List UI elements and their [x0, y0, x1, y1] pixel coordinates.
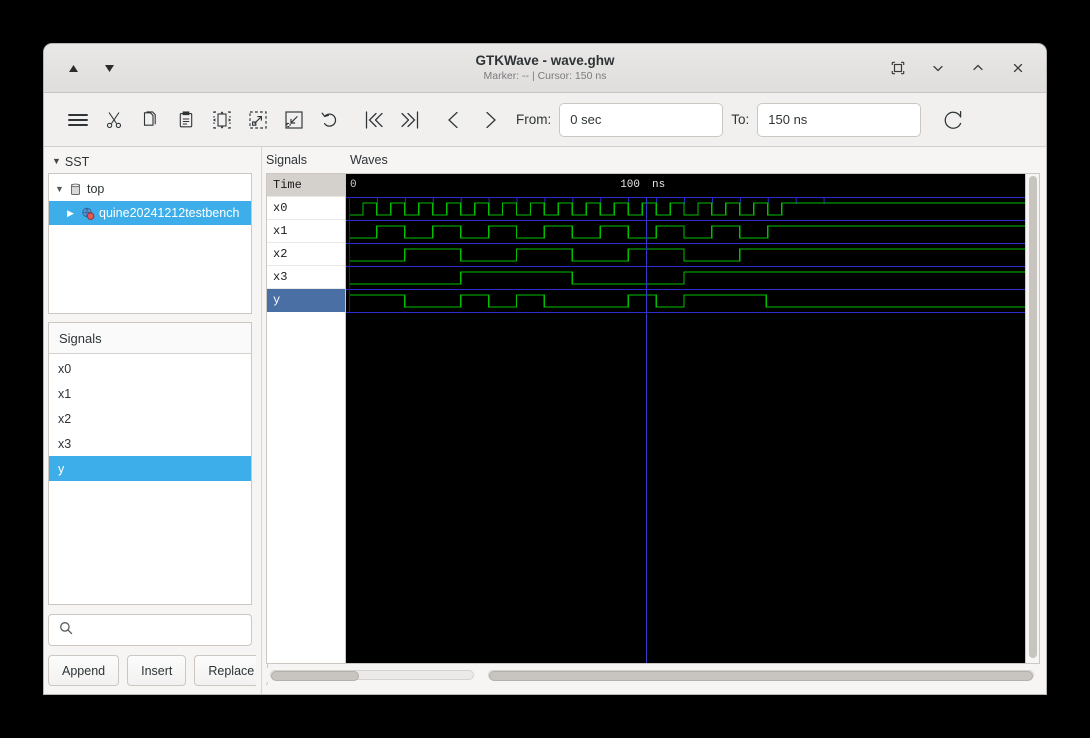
- minimize-icon[interactable]: [928, 58, 948, 78]
- svg-text:100: 100: [620, 179, 640, 191]
- zoom-fit-icon[interactable]: [204, 103, 240, 137]
- list-item[interactable]: y: [49, 456, 251, 481]
- signals-panel-header: Signals: [49, 323, 251, 354]
- wave-signal-names-column[interactable]: Time x0 x1 x2 x3 y: [266, 173, 346, 664]
- wave-horizontal-scrollbar[interactable]: [488, 668, 1040, 682]
- sst-tree[interactable]: ▼ top ▶ quine20241212testbench: [48, 173, 252, 314]
- tree-item-label: quine20241212testbench: [99, 206, 240, 220]
- wave-area: Time x0 x1 x2 x3 y 0 100 ns: [266, 173, 1040, 686]
- insert-button[interactable]: Insert: [127, 655, 187, 686]
- signal-filter[interactable]: [48, 614, 252, 646]
- sst-section-header[interactable]: ▼ SST: [48, 153, 252, 170]
- signal-name: x1: [58, 386, 72, 401]
- copy-icon[interactable]: [132, 103, 168, 137]
- triangle-down-icon[interactable]: [98, 57, 120, 79]
- scrollbar-thumb[interactable]: [1029, 176, 1037, 658]
- window-body: ▼ SST ▼ top ▶ quine20241212testbench Sig…: [44, 147, 1046, 694]
- signal-name: x3: [58, 436, 72, 451]
- window-titlebar: GTKWave - wave.ghw Marker: -- | Cursor: …: [44, 44, 1046, 93]
- list-item[interactable]: x2: [49, 406, 251, 431]
- instance-icon: [81, 207, 95, 220]
- wave-row-x3[interactable]: x3: [267, 266, 345, 289]
- search-input[interactable]: [79, 622, 251, 638]
- scrollbar-thumb[interactable]: [489, 671, 1033, 681]
- triangle-up-icon[interactable]: [62, 57, 84, 79]
- waveform-plot[interactable]: 0 100 ns: [346, 174, 1025, 663]
- wave-row-time: Time: [267, 174, 345, 197]
- wave-canvas-column: 0 100 ns: [346, 173, 1040, 664]
- maximize-icon[interactable]: [968, 58, 988, 78]
- to-input[interactable]: 150 ns: [757, 102, 922, 137]
- wave-vertical-scrollbar[interactable]: [1025, 174, 1039, 663]
- left-pane: ▼ SST ▼ top ▶ quine20241212testbench Sig…: [44, 147, 269, 694]
- splitter-grip: [260, 147, 262, 694]
- chevron-down-icon[interactable]: ▼: [55, 184, 64, 194]
- wave-signals-header: Signals: [266, 153, 307, 167]
- signal-name: x0: [58, 361, 72, 376]
- signals-list[interactable]: x0 x1 x2 x3 y: [49, 354, 251, 604]
- bottom-scrollbars: [266, 668, 1040, 686]
- waves-header: Waves: [350, 153, 388, 167]
- wave-row-y[interactable]: y: [267, 289, 345, 312]
- module-icon: [69, 183, 82, 196]
- sst-label: SST: [64, 154, 90, 169]
- reload-icon[interactable]: [935, 103, 971, 137]
- window-subtitle: Marker: -- | Cursor: 150 ns: [483, 70, 607, 82]
- main-toolbar: From: 0 sec To: 150 ns: [44, 93, 1046, 147]
- signals-panel: Signals x0 x1 x2 x3 y: [48, 322, 252, 605]
- chevron-right-icon[interactable]: ▶: [67, 208, 76, 219]
- next-edge-icon[interactable]: [472, 103, 508, 137]
- to-label: To:: [731, 112, 750, 127]
- scrollbar-thumb[interactable]: [271, 671, 359, 681]
- restore-window-icon[interactable]: [888, 58, 908, 78]
- wave-pane: Signals Waves Time x0 x1 x2 x3 y 0 100 n…: [266, 147, 1046, 694]
- list-item[interactable]: x1: [49, 381, 251, 406]
- pane-splitter[interactable]: [256, 147, 266, 694]
- from-label: From:: [516, 112, 552, 127]
- go-to-end-icon[interactable]: [392, 103, 428, 137]
- undo-icon[interactable]: [312, 103, 348, 137]
- search-icon: [59, 621, 73, 640]
- signal-name: y: [58, 461, 65, 476]
- wave-row-x2[interactable]: x2: [267, 243, 345, 266]
- cut-icon[interactable]: [96, 103, 132, 137]
- from-input[interactable]: 0 sec: [559, 102, 724, 137]
- scrollbar-track[interactable]: [270, 670, 474, 681]
- window-title: GTKWave - wave.ghw: [475, 53, 615, 68]
- zoom-in-icon[interactable]: [276, 103, 312, 137]
- signal-name: x2: [58, 411, 72, 426]
- svg-text:0: 0: [350, 179, 357, 191]
- previous-edge-icon[interactable]: [436, 103, 472, 137]
- wave-main: Time x0 x1 x2 x3 y 0 100 ns: [266, 173, 1040, 664]
- svg-text:ns: ns: [652, 179, 665, 191]
- wave-row-x1[interactable]: x1: [267, 220, 345, 243]
- close-icon[interactable]: [1008, 58, 1028, 78]
- scrollbar-track[interactable]: [488, 670, 1034, 681]
- append-button[interactable]: Append: [48, 655, 120, 686]
- zoom-out-icon[interactable]: [240, 103, 276, 137]
- tree-item-quine-testbench[interactable]: ▶ quine20241212testbench: [49, 201, 251, 225]
- paste-icon[interactable]: [168, 103, 204, 137]
- wave-canvas[interactable]: 0 100 ns: [346, 174, 1025, 663]
- list-item[interactable]: x3: [49, 431, 251, 456]
- left-horizontal-scrollbar[interactable]: [266, 668, 478, 682]
- tree-item-label: top: [87, 182, 105, 196]
- chevron-down-icon: ▼: [52, 156, 61, 166]
- list-item[interactable]: x0: [49, 356, 251, 381]
- tree-item-top[interactable]: ▼ top: [49, 177, 251, 201]
- wave-row-x0[interactable]: x0: [267, 197, 345, 220]
- go-to-start-icon[interactable]: [356, 103, 392, 137]
- wave-pane-headers: Signals Waves: [266, 153, 1040, 170]
- signal-action-buttons: Append Insert Replace: [48, 655, 269, 686]
- hamburger-menu-icon[interactable]: [60, 103, 96, 137]
- titlebar-nav-buttons: [44, 57, 120, 79]
- titlebar-controls: [888, 58, 1046, 78]
- gtkwave-window: GTKWave - wave.ghw Marker: -- | Cursor: …: [44, 44, 1046, 694]
